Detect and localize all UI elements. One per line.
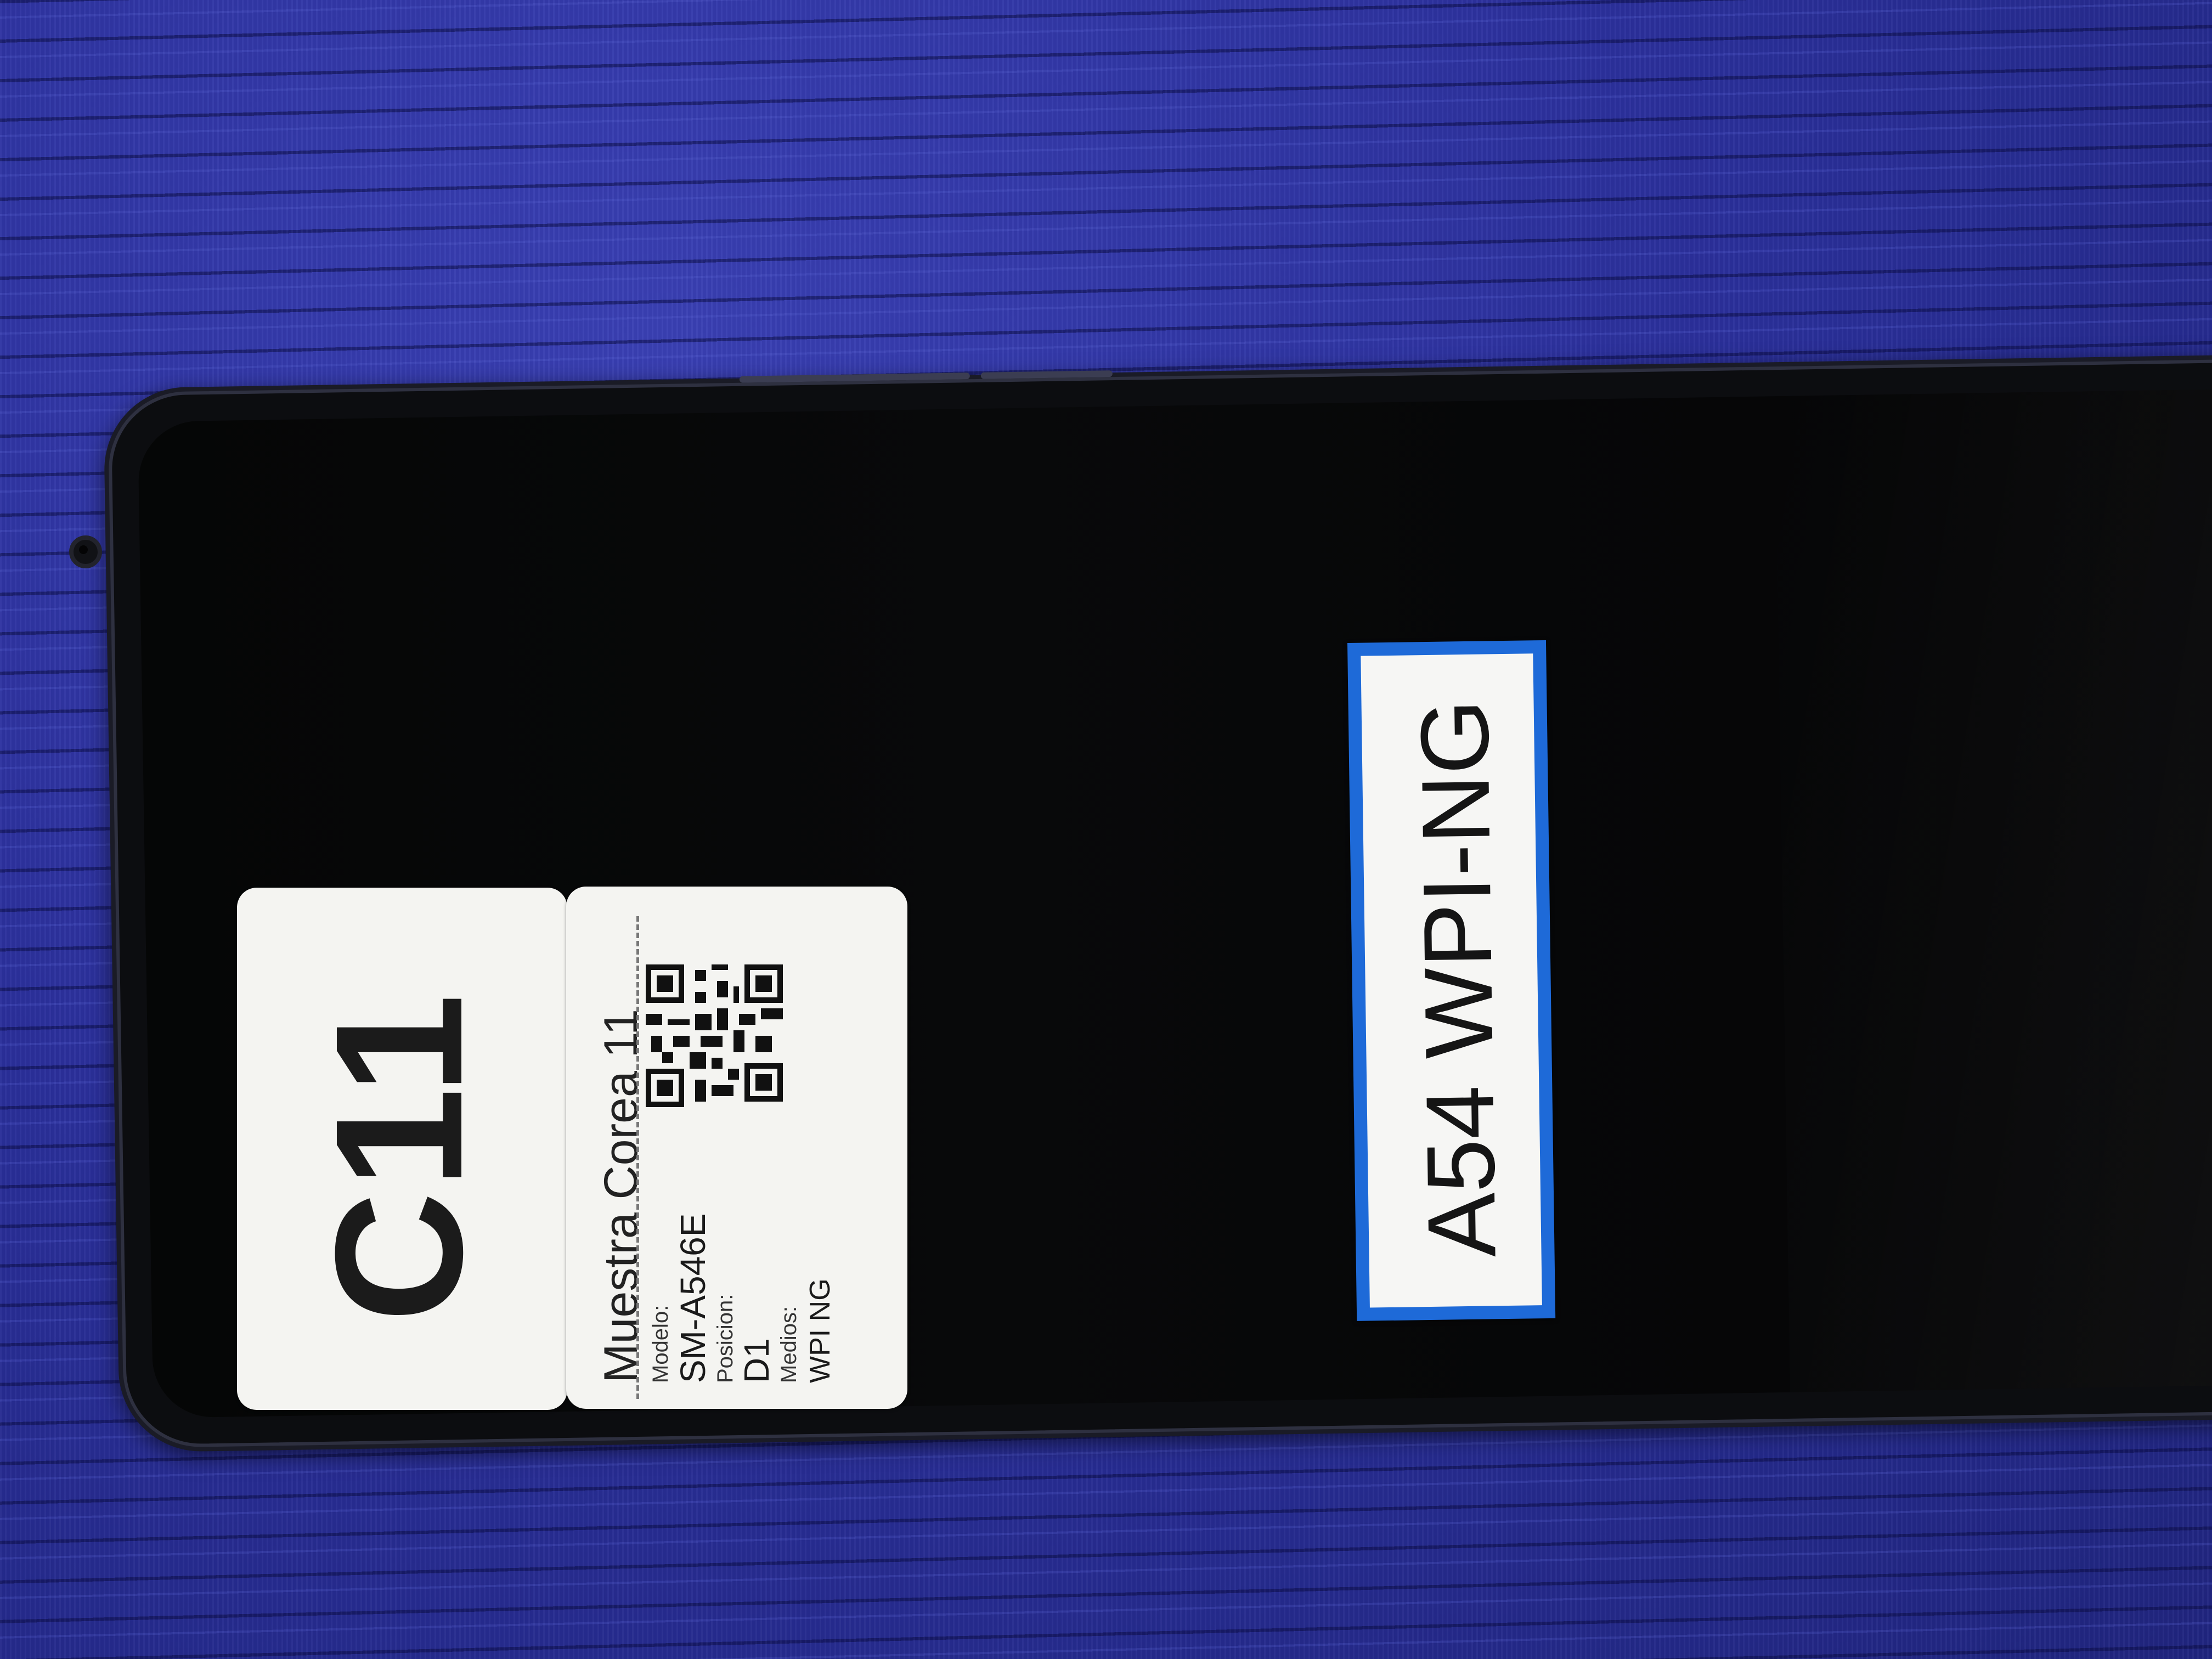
model-label-sticker: A54 WPI-NG [1347,640,1556,1321]
model-value: SM-A546E [673,1213,713,1383]
position-label: Posicion: [713,1294,737,1383]
qr-code-icon [646,964,783,1107]
position-value: D1 [737,1338,776,1383]
media-value: WPI NG [804,1278,836,1383]
model-label-text: A54 WPI-NG [1401,698,1516,1259]
sticker-code-text: C11 [297,990,500,1323]
sticker-info: Muestra Corea 11 Modelo: SM-A546E Posici… [566,887,907,1409]
sticker-code: C11 [237,888,567,1410]
front-camera-icon [69,535,102,568]
camera-lens [79,545,88,554]
model-label: Modelo: [648,1305,673,1383]
media-label: Medios: [777,1306,801,1383]
sticker-divider [636,916,639,1399]
model-label-sticker-inner: A54 WPI-NG [1361,653,1542,1308]
sticker-info-title: Muestra Corea 11 [595,1009,647,1383]
